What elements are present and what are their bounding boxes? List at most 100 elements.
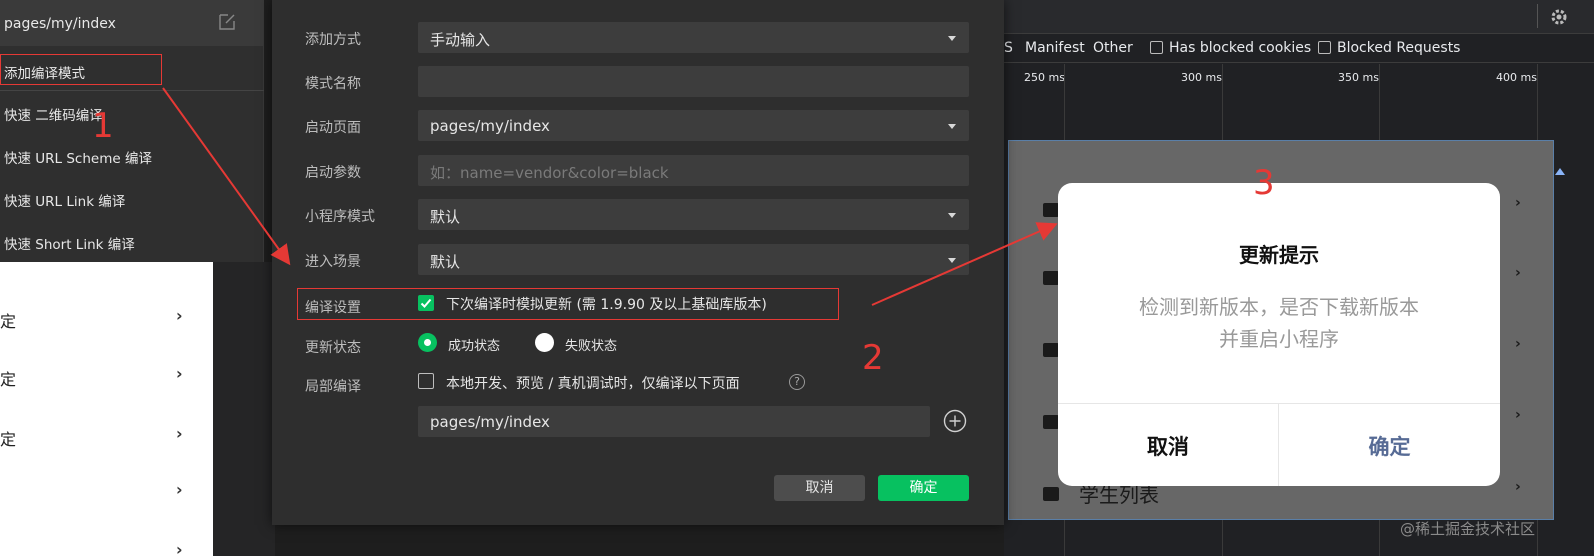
partial-compile-checkbox[interactable]: [418, 373, 434, 389]
devtools-toolbar: [1004, 0, 1594, 34]
filter-manifest[interactable]: Manifest: [1025, 40, 1085, 56]
start-params-label: 启动参数: [305, 165, 361, 181]
list-item[interactable]: 定 ›: [0, 408, 213, 466]
confirm-button[interactable]: 确定: [878, 475, 969, 501]
timeline-tick: 400 ms: [1496, 71, 1537, 84]
partial-compile-text: 本地开发、预览 / 真机调试时，仅编译以下页面: [446, 376, 740, 392]
checkbox-icon: [1318, 41, 1331, 54]
toolbar-divider: [1537, 4, 1538, 28]
caret-down-icon: [948, 36, 956, 41]
timeline-tick: 300 ms: [1181, 71, 1222, 84]
blocked-cookies-label: Has blocked cookies: [1169, 40, 1312, 56]
dialog-message-line: 并重启小程序: [1219, 327, 1339, 351]
row-icon: [1043, 343, 1059, 357]
update-dialog: 更新提示 检测到新版本，是否下载新版本 并重启小程序 取消 确定: [1058, 183, 1500, 486]
blocked-requests-label: Blocked Requests: [1337, 40, 1461, 56]
start-page-value: pages/my/index: [430, 117, 550, 135]
annotation-highlight-box: [0, 54, 162, 85]
checkbox-icon: [1150, 41, 1163, 54]
annotation-label: 3: [1253, 163, 1275, 203]
add-method-label: 添加方式: [305, 32, 361, 48]
cancel-button[interactable]: 取消: [774, 475, 865, 501]
partial-compile-label: 局部编译: [305, 379, 361, 395]
mode-name-label: 模式名称: [305, 76, 361, 92]
blocked-requests-checkbox[interactable]: Blocked Requests: [1318, 40, 1460, 56]
row-icon: [1043, 271, 1059, 285]
chevron-right-icon: ›: [176, 424, 183, 443]
fail-status-radio[interactable]: [535, 333, 554, 352]
row-icon: [1043, 415, 1059, 429]
partial-compile-page-input[interactable]: pages/my/index: [418, 406, 930, 437]
list-item-label: 定: [0, 370, 17, 389]
scroll-up-icon[interactable]: [1555, 168, 1565, 175]
edit-icon[interactable]: [218, 13, 236, 31]
gear-icon[interactable]: [1548, 6, 1570, 28]
chevron-right-icon: ›: [176, 306, 183, 325]
filter-other[interactable]: Other: [1093, 40, 1133, 56]
list-item-label: 定: [0, 312, 17, 331]
list-item[interactable]: ›: [0, 464, 213, 522]
dialog-confirm-button[interactable]: 确定: [1279, 431, 1500, 461]
add-page-icon[interactable]: [943, 409, 967, 433]
chevron-right-icon: ›: [176, 364, 183, 383]
scene-select[interactable]: 默认: [418, 244, 969, 275]
miniprogram-mode-select[interactable]: 默认: [418, 199, 969, 230]
dialog-divider: [1058, 403, 1500, 404]
chevron-right-icon: ›: [1515, 265, 1521, 281]
start-params-placeholder: 如：name=vendor&color=black: [430, 164, 669, 182]
filter-js[interactable]: S: [1004, 40, 1013, 56]
success-status-label: 成功状态: [448, 339, 501, 354]
mode-name-input[interactable]: [418, 66, 969, 97]
dialog-message-line: 检测到新版本，是否下载新版本: [1139, 295, 1419, 319]
menu-header[interactable]: pages/my/index: [0, 0, 263, 46]
add-method-value: 手动输入: [430, 31, 491, 49]
annotation-label: 1: [92, 106, 114, 146]
list-item[interactable]: 定 ›: [0, 348, 213, 406]
blocked-cookies-checkbox[interactable]: Has blocked cookies: [1150, 40, 1311, 56]
add-method-select[interactable]: 手动输入: [418, 22, 969, 53]
partial-compile-page-value: pages/my/index: [430, 413, 550, 431]
compile-mode-menu: pages/my/index 添加编译模式 快速 二维码编译 快速 URL Sc…: [0, 0, 264, 262]
chevron-right-icon: ›: [176, 480, 183, 499]
list-item-label: 定: [0, 430, 17, 449]
chevron-right-icon: ›: [1515, 407, 1521, 423]
fail-status-label: 失败状态: [565, 339, 618, 354]
chevron-right-icon: ›: [1515, 479, 1521, 495]
menu-divider: [0, 90, 264, 91]
success-status-radio[interactable]: [418, 333, 437, 352]
scene-label: 进入场景: [305, 254, 361, 270]
quick-qrcode-compile-item[interactable]: 快速 二维码编译: [4, 104, 103, 124]
list-item[interactable]: 定 ›: [0, 290, 213, 348]
network-timeline: 250 ms 300 ms 350 ms 400 ms: [1004, 64, 1594, 556]
caret-down-icon: [948, 258, 956, 263]
current-path: pages/my/index: [4, 16, 116, 32]
miniprogram-mode-label: 小程序模式: [305, 209, 375, 225]
annotation-label: 2: [862, 338, 884, 378]
dialog-cancel-button[interactable]: 取消: [1058, 431, 1278, 461]
row-icon: [1043, 203, 1059, 217]
timeline-tick: 250 ms: [1024, 71, 1065, 84]
start-params-input[interactable]: 如：name=vendor&color=black: [418, 155, 969, 186]
watermark: @稀土掘金技术社区: [1400, 520, 1536, 538]
quick-url-link-compile-item[interactable]: 快速 URL Link 编译: [4, 190, 125, 210]
dialog-title: 更新提示: [1239, 243, 1319, 267]
chevron-right-icon: ›: [1515, 195, 1521, 211]
update-status-label: 更新状态: [305, 340, 361, 356]
help-icon[interactable]: ?: [789, 374, 805, 390]
annotation-highlight-box: [297, 288, 839, 320]
editor-strip: [213, 262, 275, 556]
caret-down-icon: [948, 124, 956, 129]
list-item[interactable]: ›: [0, 524, 213, 556]
scene-value: 默认: [430, 253, 461, 271]
custom-compile-dialog: 添加方式 手动输入 模式名称 启动页面 pages/my/index 启动参数 …: [272, 0, 1004, 525]
timeline-tick: 350 ms: [1338, 71, 1379, 84]
quick-short-link-compile-item[interactable]: 快速 Short Link 编译: [4, 233, 135, 253]
start-page-label: 启动页面: [305, 120, 361, 136]
list-icon: [1043, 487, 1059, 501]
chevron-right-icon: ›: [176, 540, 183, 556]
miniprogram-mode-value: 默认: [430, 208, 461, 226]
page-list: 定 › 定 › 定 › › ›: [0, 262, 213, 556]
network-filter-bar: S Manifest Other Has blocked cookies Blo…: [1004, 35, 1594, 63]
quick-url-scheme-compile-item[interactable]: 快速 URL Scheme 编译: [4, 147, 152, 167]
start-page-select[interactable]: pages/my/index: [418, 110, 969, 141]
